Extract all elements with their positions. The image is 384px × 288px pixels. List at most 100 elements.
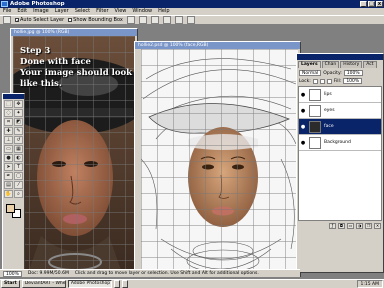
pen-tool-icon[interactable]: ✒	[4, 172, 13, 180]
move-tool-icon[interactable]	[3, 16, 11, 24]
doc-size-readout[interactable]: Doc: 9.99M/50.6M	[28, 271, 69, 276]
taskbar-button[interactable]	[113, 280, 120, 288]
visibility-eye-icon[interactable]: ●	[299, 124, 307, 130]
adjustment-layer-button[interactable]: ◑	[356, 223, 363, 229]
status-bar: 100% Doc: 9.99M/50.6M Click and drag to …	[0, 269, 300, 277]
eraser-tool-icon[interactable]: ▭	[4, 145, 13, 153]
tab-channels[interactable]: Chan	[321, 61, 340, 68]
tutorial-overlay-text: Step 3 Done with face Your image should …	[20, 46, 132, 90]
document-window-photo[interactable]: hollie.jpg @ 100% (RGB) Step 3 Done with…	[10, 28, 138, 277]
slice-tool-icon[interactable]: ◩	[14, 118, 23, 126]
photo-canvas[interactable]: Step 3 Done with face Your image should …	[13, 36, 135, 276]
path-selection-tool-icon[interactable]: ➤	[4, 163, 13, 171]
lasso-tool-icon[interactable]: ◌	[4, 109, 13, 117]
align-bottom-icon[interactable]	[150, 16, 159, 24]
layer-style-button[interactable]: ƒ	[329, 223, 336, 229]
overlay-line: Done with face	[20, 57, 91, 67]
layers-list: ● lips ● eyes ● face ● Background	[298, 86, 382, 221]
menu-image[interactable]: Image	[33, 8, 49, 15]
magic-wand-tool-icon[interactable]: ✦	[14, 109, 23, 117]
visibility-eye-icon[interactable]: ●	[299, 92, 307, 98]
taskbar-button-active[interactable]: Adobe Photoshop	[67, 280, 112, 288]
lock-transparency-checkbox[interactable]	[312, 78, 318, 84]
menu-window[interactable]: Window	[132, 8, 152, 15]
photoshop-app-icon	[1, 1, 8, 7]
menu-edit[interactable]: Edit	[17, 8, 27, 15]
visibility-eye-icon[interactable]: ●	[299, 140, 307, 146]
new-layer-button[interactable]: ❐	[365, 223, 372, 229]
bounding-box-option[interactable]: Show Bounding Box	[68, 17, 123, 23]
close-button[interactable]: x	[376, 1, 383, 7]
fill-field[interactable]: 100%	[343, 78, 363, 84]
clone-stamp-tool-icon[interactable]: ⊥	[4, 136, 13, 144]
menu-select[interactable]: Select	[75, 8, 90, 15]
auto-select-option[interactable]: Auto Select Layer	[15, 17, 64, 23]
fill-label: Fill:	[333, 78, 342, 84]
menu-layer[interactable]: Layer	[55, 8, 69, 15]
maximize-button[interactable]: □	[368, 1, 375, 7]
taskbar-button[interactable]	[121, 280, 128, 288]
align-center-icon[interactable]	[174, 16, 183, 24]
title-bar: Adobe Photoshop _ □ x	[0, 0, 384, 8]
layer-row[interactable]: ● Background	[299, 135, 381, 151]
tab-history[interactable]: History	[340, 61, 363, 68]
align-right-icon[interactable]	[186, 16, 195, 24]
hand-tool-icon[interactable]: ✋	[4, 190, 13, 198]
system-clock[interactable]: 1:15 AM	[356, 280, 383, 288]
notes-tool-icon[interactable]: ▤	[4, 181, 13, 189]
crop-tool-icon[interactable]: ⌗	[4, 118, 13, 126]
layers-panel: Layers Chan History Act Normal Opacity: …	[296, 53, 384, 273]
options-bar: Auto Select Layer Show Bounding Box	[0, 15, 384, 25]
gradient-tool-icon[interactable]: ▦	[14, 145, 23, 153]
zoom-level-field[interactable]: 100%	[3, 270, 22, 277]
bounding-box-checkbox[interactable]	[68, 18, 73, 22]
layer-mask-button[interactable]: ◘	[338, 223, 345, 229]
layer-row[interactable]: ● eyes	[299, 103, 381, 119]
layer-row-selected[interactable]: ● face	[299, 119, 381, 135]
shape-tool-icon[interactable]: ▢	[14, 172, 23, 180]
eyedropper-tool-icon[interactable]: ⁄	[14, 181, 23, 189]
start-button[interactable]: Start	[1, 280, 20, 288]
layer-row[interactable]: ● lips	[299, 87, 381, 103]
tab-layers[interactable]: Layers	[298, 61, 321, 68]
taskbar: Start DeviantART - Where ART Adobe Photo…	[0, 279, 384, 288]
minimize-button[interactable]: _	[360, 1, 367, 7]
brush-tool-icon[interactable]: ✎	[14, 127, 23, 135]
menu-filter[interactable]: Filter	[96, 8, 108, 15]
blur-tool-icon[interactable]: ●	[4, 154, 13, 162]
auto-select-checkbox[interactable]	[15, 18, 19, 22]
foreground-color-swatch[interactable]	[6, 204, 15, 213]
visibility-eye-icon[interactable]: ●	[299, 108, 307, 114]
align-top-icon[interactable]	[126, 16, 135, 24]
blend-mode-select[interactable]: Normal	[299, 70, 322, 76]
menu-bar: File Edit Image Layer Select Filter View…	[0, 8, 384, 15]
lock-pixels-checkbox[interactable]	[319, 78, 325, 84]
new-layer-set-button[interactable]: ▭	[347, 223, 354, 229]
align-left-icon[interactable]	[162, 16, 171, 24]
dodge-tool-icon[interactable]: ◐	[14, 154, 23, 162]
layer-thumbnail	[309, 104, 321, 117]
overlay-line: like this.	[20, 79, 62, 89]
type-tool-icon[interactable]: T	[14, 163, 23, 171]
menu-file[interactable]: File	[3, 8, 11, 15]
menu-help[interactable]: Help	[158, 8, 169, 15]
document-title-bar[interactable]: hollie.jpg @ 100% (RGB)	[11, 29, 137, 36]
opacity-field[interactable]: 100%	[343, 70, 363, 76]
delete-layer-button[interactable]: ✕	[374, 223, 381, 229]
taskbar-button[interactable]: DeviantART - Where ART	[21, 280, 66, 288]
bounding-box-label: Show Bounding Box	[73, 17, 123, 23]
history-brush-tool-icon[interactable]: ↺	[14, 136, 23, 144]
document-title-bar[interactable]: hollie2.psd @ 100% (face,RGB)	[135, 42, 300, 49]
opacity-label: Opacity:	[323, 70, 342, 76]
lock-position-checkbox[interactable]	[326, 78, 332, 84]
healing-brush-tool-icon[interactable]: ✚	[4, 127, 13, 135]
zoom-tool-icon[interactable]: ⌕	[14, 190, 23, 198]
layer-name: Background	[324, 140, 351, 145]
marquee-tool-icon[interactable]: ⬚	[4, 100, 13, 108]
move-tool-icon[interactable]: ✥	[14, 100, 23, 108]
align-middle-icon[interactable]	[138, 16, 147, 24]
drawing-canvas[interactable]	[141, 49, 298, 276]
document-window-drawing[interactable]: hollie2.psd @ 100% (face,RGB)	[134, 41, 301, 277]
menu-view[interactable]: View	[115, 8, 127, 15]
tab-actions[interactable]: Act	[363, 61, 377, 68]
